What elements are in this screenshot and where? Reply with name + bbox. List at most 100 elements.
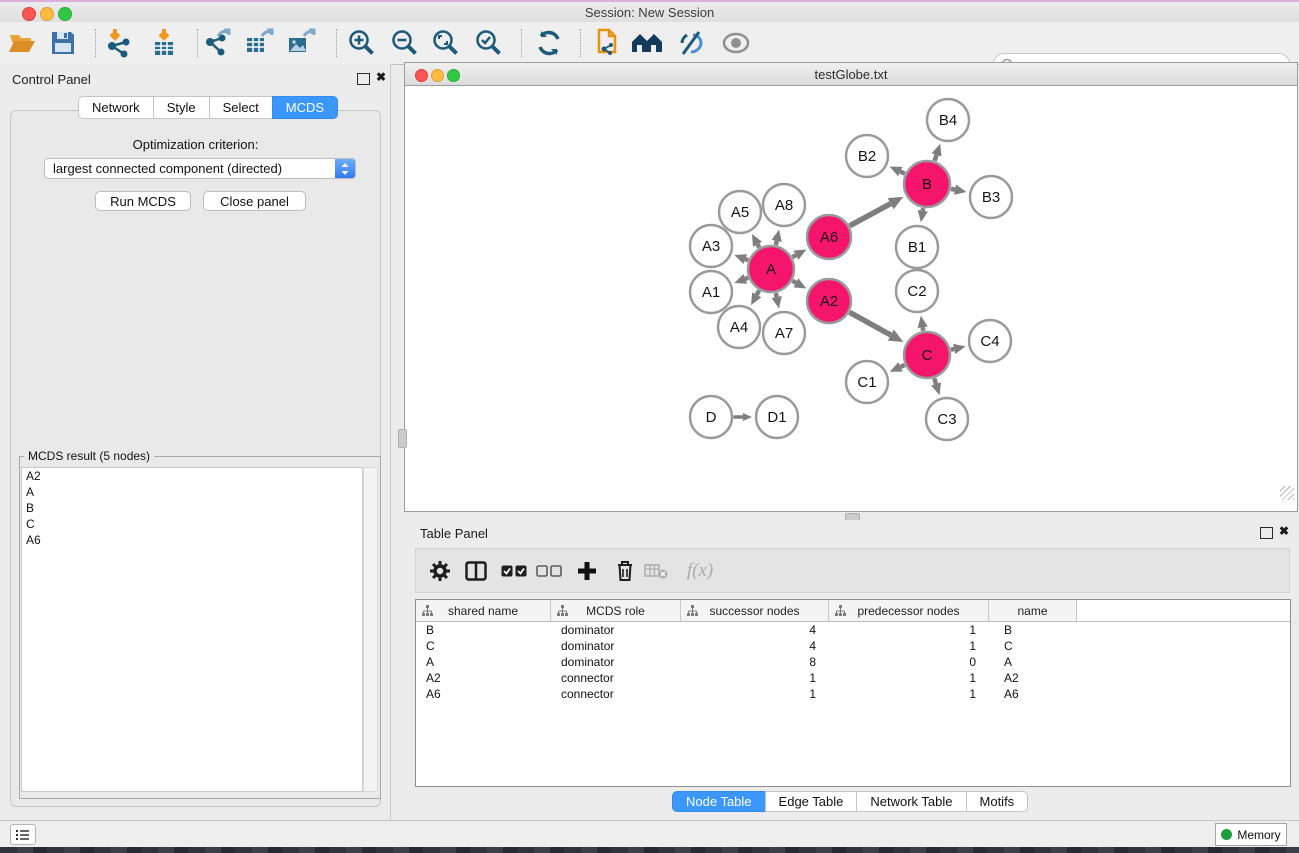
run-mcds-button[interactable]: Run MCDS bbox=[95, 191, 191, 211]
graph-edge-B-B4[interactable] bbox=[935, 155, 937, 161]
cell-MCDS-role[interactable]: dominator bbox=[551, 623, 681, 637]
table-tab-network-table[interactable]: Network Table bbox=[856, 791, 966, 812]
graph-edge-A2-C[interactable] bbox=[850, 312, 891, 335]
float-table-panel-icon[interactable] bbox=[1260, 527, 1273, 539]
network-window-titlebar[interactable]: testGlobe.txt bbox=[404, 62, 1298, 86]
export-image-icon[interactable] bbox=[284, 26, 318, 60]
cell-predecessor-nodes[interactable]: 1 bbox=[829, 623, 989, 637]
close-table-panel-icon[interactable]: ✖ bbox=[1279, 524, 1289, 538]
network-vscrollbar-thumb[interactable] bbox=[398, 429, 407, 448]
cell-shared-name[interactable]: B bbox=[416, 623, 551, 637]
cell-name[interactable]: A bbox=[989, 655, 1077, 669]
import-table-icon[interactable] bbox=[147, 26, 181, 60]
select-all-icon[interactable] bbox=[498, 555, 530, 587]
graphics-details-icon[interactable] bbox=[674, 26, 708, 60]
cell-predecessor-nodes[interactable]: 1 bbox=[829, 639, 989, 653]
graph-edge-A-A3[interactable] bbox=[745, 259, 748, 260]
cell-MCDS-role[interactable]: dominator bbox=[551, 655, 681, 669]
gear-icon[interactable] bbox=[424, 555, 456, 587]
cell-shared-name[interactable]: A2 bbox=[416, 671, 551, 685]
add-column-icon[interactable] bbox=[571, 555, 603, 587]
control-tab-mcds[interactable]: MCDS bbox=[272, 96, 338, 119]
cell-successor-nodes[interactable]: 1 bbox=[681, 687, 829, 701]
close-panel-icon[interactable]: ✖ bbox=[376, 70, 386, 84]
graph-edge-B-B2[interactable] bbox=[900, 172, 905, 174]
table-tab-motifs[interactable]: Motifs bbox=[966, 791, 1029, 812]
close-panel-button[interactable]: Close panel bbox=[203, 191, 306, 211]
column-header-name[interactable]: name bbox=[989, 600, 1077, 621]
show-hide-eye-icon[interactable] bbox=[719, 26, 753, 60]
cell-shared-name[interactable]: A bbox=[416, 655, 551, 669]
cell-shared-name[interactable]: C bbox=[416, 639, 551, 653]
table-row-B[interactable]: Bdominator41B bbox=[416, 622, 1290, 638]
export-table-icon[interactable] bbox=[242, 26, 276, 60]
column-header-shared-name[interactable]: shared name bbox=[416, 600, 551, 621]
mcds-result-item[interactable]: A6 bbox=[22, 532, 362, 548]
cell-successor-nodes[interactable]: 8 bbox=[681, 655, 829, 669]
graph-edge-A-A4[interactable] bbox=[757, 290, 759, 294]
cell-MCDS-role[interactable]: dominator bbox=[551, 639, 681, 653]
graph-edge-A-A2[interactable] bbox=[792, 281, 796, 283]
cell-predecessor-nodes[interactable]: 1 bbox=[829, 687, 989, 701]
home-icon[interactable] bbox=[630, 26, 664, 60]
cell-MCDS-role[interactable]: connector bbox=[551, 671, 681, 685]
cell-successor-nodes[interactable]: 4 bbox=[681, 639, 829, 653]
column-header-MCDS-role[interactable]: MCDS role bbox=[551, 600, 681, 621]
zoom-out-icon[interactable] bbox=[388, 26, 422, 60]
export-network-icon[interactable] bbox=[200, 26, 234, 60]
graph-edge-C-C3[interactable] bbox=[934, 378, 936, 384]
graph-edge-A-A8[interactable] bbox=[776, 241, 777, 245]
mcds-result-item[interactable]: B bbox=[22, 500, 362, 516]
graph-edge-C-C1[interactable] bbox=[900, 365, 904, 367]
task-history-button[interactable] bbox=[10, 824, 36, 845]
import-network-icon[interactable] bbox=[101, 26, 135, 60]
graph-edge-A-A6[interactable] bbox=[792, 255, 796, 257]
graph-edge-A-A1[interactable] bbox=[745, 278, 748, 279]
function-builder-icon[interactable]: f(x) bbox=[678, 555, 722, 587]
deselect-all-icon[interactable] bbox=[533, 555, 565, 587]
criterion-select[interactable]: largest connected component (directed) bbox=[44, 158, 356, 179]
cell-MCDS-role[interactable]: connector bbox=[551, 687, 681, 701]
cell-name[interactable]: B bbox=[989, 623, 1077, 637]
graph-edge-B-B3[interactable] bbox=[951, 189, 955, 190]
graph-edge-C-C2[interactable] bbox=[923, 327, 924, 331]
float-panel-icon[interactable] bbox=[357, 73, 370, 85]
table-tab-node-table[interactable]: Node Table bbox=[672, 791, 766, 812]
mcds-result-list[interactable]: A2ABCA6 bbox=[21, 467, 363, 792]
network-canvas[interactable]: AA1A2A3A4A5A6A7A8BB1B2B3B4CC1C2C3C4DD1 bbox=[404, 86, 1298, 512]
mcds-result-scrollbar[interactable] bbox=[363, 467, 378, 792]
zoom-fit-icon[interactable] bbox=[429, 26, 463, 60]
mcds-result-item[interactable]: C bbox=[22, 516, 362, 532]
control-tab-select[interactable]: Select bbox=[209, 96, 273, 119]
table-row-A[interactable]: Adominator80A bbox=[416, 654, 1290, 670]
cell-successor-nodes[interactable]: 4 bbox=[681, 623, 829, 637]
zoom-in-icon[interactable] bbox=[345, 26, 379, 60]
refresh-icon[interactable] bbox=[532, 26, 566, 60]
graph-edge-A-A7[interactable] bbox=[776, 293, 777, 297]
cell-shared-name[interactable]: A6 bbox=[416, 687, 551, 701]
delete-icon[interactable] bbox=[609, 555, 641, 587]
table-row-A2[interactable]: A2connector11A2 bbox=[416, 670, 1290, 686]
open-session-icon[interactable] bbox=[5, 26, 39, 60]
control-tab-network[interactable]: Network bbox=[78, 96, 154, 119]
new-network-from-selection-icon[interactable] bbox=[588, 26, 622, 60]
cell-predecessor-nodes[interactable]: 1 bbox=[829, 671, 989, 685]
column-header-successor-nodes[interactable]: successor nodes bbox=[681, 600, 829, 621]
save-session-icon[interactable] bbox=[46, 26, 80, 60]
cell-name[interactable]: A6 bbox=[989, 687, 1077, 701]
graph-edge-A6-B[interactable] bbox=[850, 204, 891, 226]
mcds-result-item[interactable]: A bbox=[22, 484, 362, 500]
mcds-result-item[interactable]: A2 bbox=[22, 468, 362, 484]
cell-name[interactable]: C bbox=[989, 639, 1077, 653]
cell-name[interactable]: A2 bbox=[989, 671, 1077, 685]
graph-edge-C-C4[interactable] bbox=[951, 349, 954, 350]
node-table[interactable]: shared nameMCDS rolesuccessor nodesprede… bbox=[415, 599, 1291, 787]
table-row-C[interactable]: Cdominator41C bbox=[416, 638, 1290, 654]
column-header-predecessor-nodes[interactable]: predecessor nodes bbox=[829, 600, 989, 621]
control-tab-style[interactable]: Style bbox=[153, 96, 210, 119]
resize-grip-icon[interactable] bbox=[1280, 486, 1294, 500]
memory-button[interactable]: Memory bbox=[1215, 823, 1287, 846]
cell-predecessor-nodes[interactable]: 0 bbox=[829, 655, 989, 669]
table-row-A6[interactable]: A6connector11A6 bbox=[416, 686, 1290, 702]
graph-edge-A-A5[interactable] bbox=[758, 244, 760, 247]
